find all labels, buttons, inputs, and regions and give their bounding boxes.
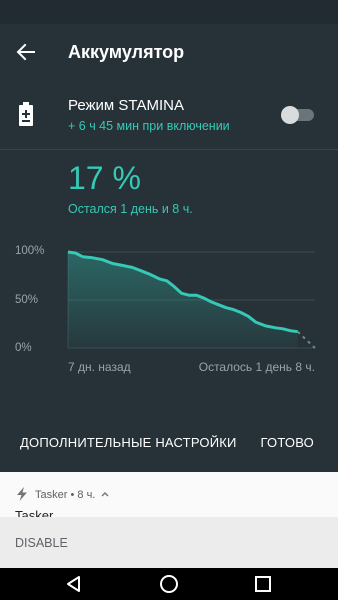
toggle-thumb (281, 106, 299, 124)
stamina-mode-row[interactable]: Режим STAMINA + 6 ч 45 мин при включении (0, 86, 338, 148)
advanced-settings-button[interactable]: ДОПОЛНИТЕЛЬНЫЕ НАСТРОЙКИ (20, 435, 237, 450)
stamina-title: Режим STAMINA (68, 97, 184, 114)
home-circle-icon[interactable] (158, 573, 180, 595)
divider (0, 149, 338, 150)
back-triangle-icon[interactable] (63, 573, 85, 595)
app-bar: Аккумулятор (0, 24, 338, 80)
stamina-toggle[interactable] (281, 106, 315, 124)
notification-header: Tasker • 8 ч. (15, 487, 109, 501)
notification-time: 8 ч. (77, 489, 96, 501)
battery-percent: 17 % (68, 160, 141, 196)
battery-projection-line (297, 330, 316, 349)
page-title: Аккумулятор (68, 42, 185, 62)
done-button[interactable]: ГОТОВО (261, 435, 314, 450)
recents-square-icon[interactable] (252, 573, 274, 595)
battery-plus-icon (18, 102, 34, 126)
notification-action-bar: DISABLE (0, 517, 338, 568)
chevron-up-icon[interactable] (98, 489, 109, 501)
battery-settings-screen: Аккумулятор Режим STAMINA + 6 ч 45 мин п… (0, 0, 338, 600)
navigation-bar (0, 568, 338, 600)
bolt-icon (15, 487, 29, 501)
back-arrow-icon[interactable] (12, 38, 40, 66)
stamina-subtitle: + 6 ч 45 мин при включении (68, 119, 230, 133)
x-axis-end-label: Осталось 1 день 8 ч. (198, 360, 315, 374)
status-bar (0, 0, 338, 24)
x-axis-start-label: 7 дн. назад (68, 360, 131, 374)
battery-remaining: Остался 1 день и 8 ч. (68, 202, 193, 216)
disable-button[interactable]: DISABLE (15, 536, 68, 550)
notification-app-name: Tasker (35, 489, 68, 501)
tasker-notification[interactable]: Tasker • 8 ч. Tasker DISABLE (0, 472, 338, 568)
